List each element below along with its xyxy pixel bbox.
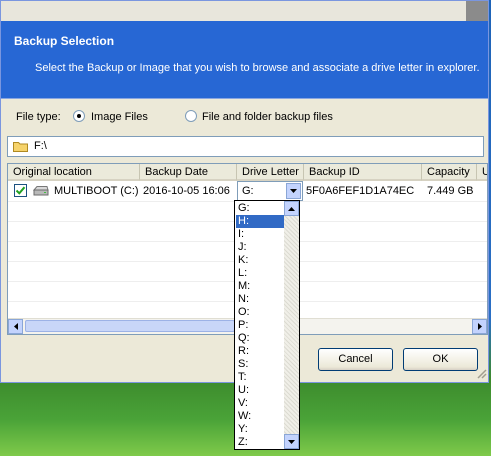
cancel-button[interactable]: Cancel bbox=[318, 348, 393, 371]
dropdown-option[interactable]: W: bbox=[236, 410, 285, 423]
scroll-up-button[interactable] bbox=[284, 201, 299, 216]
dropdown-option[interactable]: M: bbox=[236, 280, 285, 293]
dropdown-option[interactable]: R: bbox=[236, 345, 285, 358]
dropdown-scrollbar[interactable] bbox=[284, 201, 299, 449]
chevron-down-icon bbox=[290, 189, 297, 193]
cell-capacity: 7.449 GB bbox=[427, 185, 474, 197]
dropdown-option[interactable]: Z: bbox=[236, 436, 285, 449]
dropdown-option[interactable]: U: bbox=[236, 384, 285, 397]
scroll-down-button[interactable] bbox=[284, 434, 299, 449]
image-files-radio[interactable] bbox=[73, 110, 85, 122]
column-backup-date[interactable]: Backup Date bbox=[140, 164, 237, 181]
row-checkbox[interactable] bbox=[14, 184, 27, 197]
dropdown-option[interactable]: V: bbox=[236, 397, 285, 410]
dropdown-option[interactable]: P: bbox=[236, 319, 285, 332]
dropdown-option[interactable]: N: bbox=[236, 293, 285, 306]
column-backup-id[interactable]: Backup ID bbox=[304, 164, 422, 181]
dropdown-option[interactable]: K: bbox=[236, 254, 285, 267]
arrow-right-icon bbox=[477, 323, 482, 330]
dropdown-option[interactable]: O: bbox=[236, 306, 285, 319]
dialog-title: Backup Selection bbox=[14, 34, 115, 48]
dropdown-option[interactable]: Y: bbox=[236, 423, 285, 436]
dropdown-option[interactable]: L: bbox=[236, 267, 285, 280]
arrow-left-icon bbox=[13, 323, 18, 330]
drive-letter-dropdown[interactable]: G: H: I: J: K: L: M: N: O: P: Q: R: S: T: U: V: W: Y: Z: bbox=[234, 200, 300, 450]
column-capacity[interactable]: Capacity bbox=[422, 164, 477, 181]
dialog-header: Backup Selection Select the Backup or Im… bbox=[1, 21, 488, 99]
file-folder-backup-radio[interactable] bbox=[185, 110, 197, 122]
arrow-up-icon bbox=[288, 206, 295, 211]
arrow-down-icon bbox=[288, 439, 295, 444]
dropdown-option[interactable]: S: bbox=[236, 358, 285, 371]
dropdown-option[interactable]: H: bbox=[236, 215, 285, 228]
dropdown-option[interactable]: J: bbox=[236, 241, 285, 254]
drive-letter-value: G: bbox=[242, 185, 254, 197]
scroll-thumb[interactable] bbox=[25, 320, 235, 332]
folder-icon bbox=[13, 142, 28, 152]
path-field[interactable]: F:\ bbox=[7, 136, 484, 157]
hard-drive-icon bbox=[33, 186, 49, 196]
cell-original-location: MULTIBOOT (C:) bbox=[54, 185, 139, 197]
dropdown-option[interactable]: G: bbox=[236, 202, 285, 215]
cell-backup-id: 5F0A6FEF1D1A74EC bbox=[306, 185, 415, 197]
checkmark-icon bbox=[15, 186, 26, 195]
scroll-right-button[interactable] bbox=[472, 319, 487, 334]
dropdown-arrow-button[interactable] bbox=[286, 183, 301, 199]
dropdown-option[interactable]: I: bbox=[236, 228, 285, 241]
resize-grip-icon[interactable] bbox=[475, 367, 487, 379]
drive-letter-select[interactable]: G: bbox=[237, 181, 303, 201]
dialog-subtitle: Select the Backup or Image that you wish… bbox=[35, 62, 480, 74]
file-folder-backup-label[interactable]: File and folder backup files bbox=[202, 111, 333, 123]
file-type-label: File type: bbox=[16, 111, 61, 123]
cell-backup-date: 2016-10-05 16:06 bbox=[143, 185, 230, 197]
image-files-label[interactable]: Image Files bbox=[91, 111, 148, 123]
file-type-row: File type: Image Files File and folder b… bbox=[16, 110, 486, 126]
path-value: F:\ bbox=[34, 140, 47, 152]
title-bar bbox=[1, 1, 488, 21]
column-u[interactable]: U bbox=[477, 164, 487, 181]
dropdown-option[interactable]: T: bbox=[236, 371, 285, 384]
column-original-location[interactable]: Original location bbox=[8, 164, 140, 181]
scroll-left-button[interactable] bbox=[8, 319, 23, 334]
column-drive-letter[interactable]: Drive Letter bbox=[237, 164, 304, 181]
ok-button[interactable]: OK bbox=[403, 348, 478, 371]
title-bar-edge bbox=[466, 1, 488, 21]
dropdown-option[interactable]: Q: bbox=[236, 332, 285, 345]
